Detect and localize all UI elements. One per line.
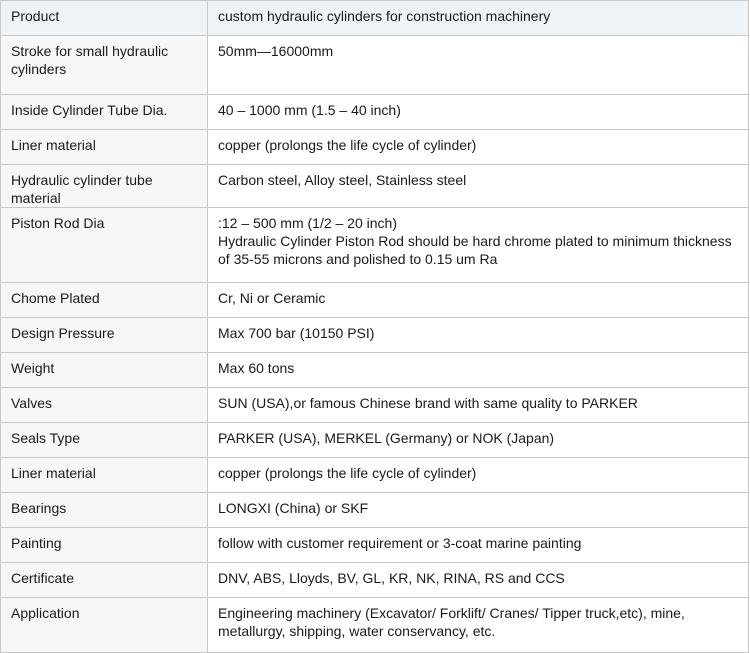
spec-value-cell: :12 – 500 mm (1/2 – 20 inch) Hydraulic C… bbox=[207, 207, 749, 283]
spec-label-cell: Stroke for small hydraulic cylinders bbox=[0, 35, 208, 95]
spec-label: Piston Rod Dia bbox=[11, 215, 105, 231]
spec-label-cell: Design Pressure bbox=[0, 317, 208, 353]
spec-value-cell: copper (prolongs the life cycle of cylin… bbox=[207, 129, 749, 165]
spec-label-cell: Liner material bbox=[0, 129, 208, 165]
spec-value-cell: PARKER (USA), MERKEL (Germany) or NOK (J… bbox=[207, 422, 749, 458]
spec-row: Weight Max 60 tons bbox=[0, 352, 749, 388]
spec-label: Hydraulic cylinder tube material bbox=[11, 172, 153, 206]
spec-value: copper (prolongs the life cycle of cylin… bbox=[218, 465, 477, 481]
spec-table-body: Product custom hydraulic cylinders for co… bbox=[0, 0, 749, 653]
spec-label: Liner material bbox=[11, 465, 96, 481]
spec-value: DNV, ABS, Lloyds, BV, GL, KR, NK, RINA, … bbox=[218, 570, 565, 586]
spec-label-cell: Certificate bbox=[0, 562, 208, 598]
spec-value: Max 700 bar (10150 PSI) bbox=[218, 325, 375, 341]
spec-value: Carbon steel, Alloy steel, Stainless ste… bbox=[218, 172, 467, 188]
spec-row: Chome Plated Cr, Ni or Ceramic bbox=[0, 282, 749, 318]
spec-label: Product bbox=[11, 8, 60, 24]
spec-value: :12 – 500 mm (1/2 – 20 inch) Hydraulic C… bbox=[218, 215, 732, 267]
spec-value-cell: 40 – 1000 mm (1.5 – 40 inch) bbox=[207, 94, 749, 130]
spec-value: SUN (USA),or famous Chinese brand with s… bbox=[218, 395, 638, 411]
spec-label-cell: Painting bbox=[0, 527, 208, 563]
spec-label: Certificate bbox=[11, 570, 75, 586]
spec-label: Chome Plated bbox=[11, 290, 100, 306]
spec-label-cell: Application bbox=[0, 597, 208, 653]
spec-value: Engineering machinery (Excavator/ Forkli… bbox=[218, 605, 685, 639]
spec-label: Inside Cylinder Tube Dia. bbox=[11, 102, 168, 118]
spec-label: Weight bbox=[11, 360, 55, 376]
spec-label-cell: Piston Rod Dia bbox=[0, 207, 208, 283]
spec-label: Design Pressure bbox=[11, 325, 115, 341]
spec-row: Application Engineering machinery (Excava… bbox=[0, 597, 749, 653]
spec-row: Liner material copper (prolongs the life … bbox=[0, 129, 749, 165]
spec-label: Application bbox=[11, 605, 80, 621]
spec-value-cell: copper (prolongs the life cycle of cylin… bbox=[207, 457, 749, 493]
spec-value-cell: custom hydraulic cylinders for construct… bbox=[207, 0, 749, 36]
spec-row: Inside Cylinder Tube Dia. 40 – 1000 mm (1… bbox=[0, 94, 749, 130]
spec-table: Product custom hydraulic cylinders for co… bbox=[0, 0, 749, 653]
spec-row: Piston Rod Dia :12 – 500 mm (1/2 – 20 inc… bbox=[0, 207, 749, 283]
spec-row: Liner material copper (prolongs the life … bbox=[0, 457, 749, 493]
spec-value: custom hydraulic cylinders for construct… bbox=[218, 8, 551, 24]
spec-label-cell: Weight bbox=[0, 352, 208, 388]
spec-value-cell: Carbon steel, Alloy steel, Stainless ste… bbox=[207, 164, 749, 208]
spec-value: 50mm—16000mm bbox=[218, 43, 334, 59]
spec-label: Stroke for small hydraulic cylinders bbox=[11, 43, 169, 77]
spec-label: Valves bbox=[11, 395, 52, 411]
spec-label-cell: Inside Cylinder Tube Dia. bbox=[0, 94, 208, 130]
spec-row: Bearings LONGXI (China) or SKF bbox=[0, 492, 749, 528]
spec-value: PARKER (USA), MERKEL (Germany) or NOK (J… bbox=[218, 430, 555, 446]
spec-value: Cr, Ni or Ceramic bbox=[218, 290, 326, 306]
spec-value: 40 – 1000 mm (1.5 – 40 inch) bbox=[218, 102, 401, 118]
spec-value: follow with customer requirement or 3-co… bbox=[218, 535, 582, 551]
spec-value-cell: SUN (USA),or famous Chinese brand with s… bbox=[207, 387, 749, 423]
spec-value-cell: Max 60 tons bbox=[207, 352, 749, 388]
spec-row: Stroke for small hydraulic cylinders 50mm… bbox=[0, 35, 749, 95]
spec-label-cell: Product bbox=[0, 0, 208, 36]
spec-value-cell: Max 700 bar (10150 PSI) bbox=[207, 317, 749, 353]
spec-value-cell: 50mm—16000mm bbox=[207, 35, 749, 95]
spec-label: Bearings bbox=[11, 500, 67, 516]
spec-row: Seals Type PARKER (USA), MERKEL (Germany)… bbox=[0, 422, 749, 458]
spec-value-cell: Engineering machinery (Excavator/ Forkli… bbox=[207, 597, 749, 653]
spec-row: Hydraulic cylinder tube material Carbon s… bbox=[0, 164, 749, 208]
spec-label-cell: Hydraulic cylinder tube material bbox=[0, 164, 208, 208]
spec-row: Design Pressure Max 700 bar (10150 PSI) bbox=[0, 317, 749, 353]
spec-label: Seals Type bbox=[11, 430, 81, 446]
spec-label: Liner material bbox=[11, 137, 96, 153]
spec-row: Product custom hydraulic cylinders for co… bbox=[0, 0, 749, 36]
spec-label-cell: Chome Plated bbox=[0, 282, 208, 318]
spec-label-cell: Valves bbox=[0, 387, 208, 423]
spec-label: Painting bbox=[11, 535, 62, 551]
spec-value: copper (prolongs the life cycle of cylin… bbox=[218, 137, 477, 153]
spec-row: Painting follow with customer requirement… bbox=[0, 527, 749, 563]
spec-label-cell: Bearings bbox=[0, 492, 208, 528]
spec-row: Valves SUN (USA),or famous Chinese brand … bbox=[0, 387, 749, 423]
spec-label-cell: Liner material bbox=[0, 457, 208, 493]
spec-value-cell: follow with customer requirement or 3-co… bbox=[207, 527, 749, 563]
spec-value: LONGXI (China) or SKF bbox=[218, 500, 369, 516]
spec-label-cell: Seals Type bbox=[0, 422, 208, 458]
spec-value-cell: LONGXI (China) or SKF bbox=[207, 492, 749, 528]
spec-value-cell: Cr, Ni or Ceramic bbox=[207, 282, 749, 318]
spec-value-cell: DNV, ABS, Lloyds, BV, GL, KR, NK, RINA, … bbox=[207, 562, 749, 598]
spec-value: Max 60 tons bbox=[218, 360, 295, 376]
spec-row: Certificate DNV, ABS, Lloyds, BV, GL, KR,… bbox=[0, 562, 749, 598]
